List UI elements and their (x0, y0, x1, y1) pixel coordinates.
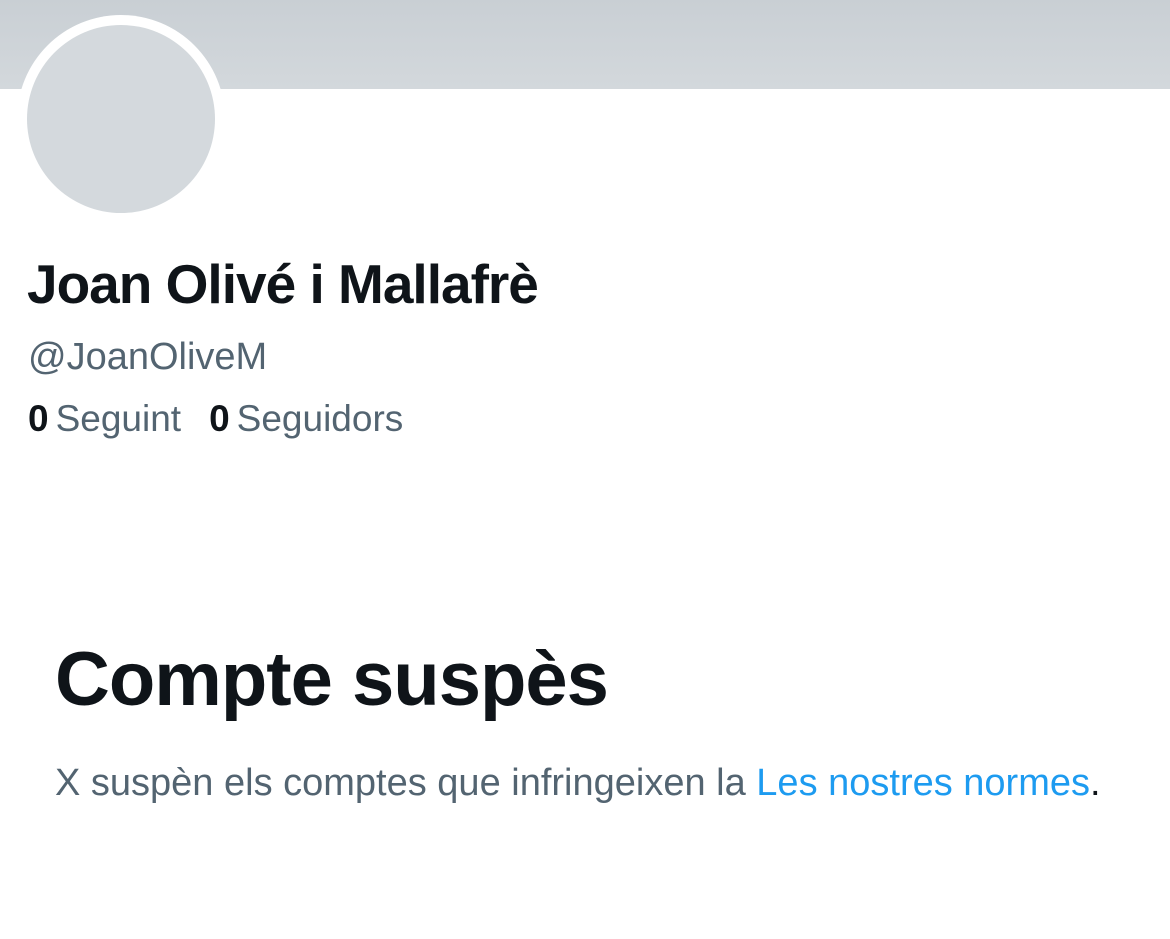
suspended-message-text: X suspèn els comptes que infringeixen la (55, 762, 757, 804)
avatar[interactable] (17, 15, 225, 223)
following-stat[interactable]: 0 Seguint (28, 398, 181, 440)
display-name: Joan Olivé i Mallafrè (27, 253, 539, 315)
followers-stat[interactable]: 0 Seguidors (209, 398, 403, 440)
profile-page: Joan Olivé i Mallafrè @JoanOliveM 0 Segui… (0, 0, 1170, 939)
user-handle: @JoanOliveM (28, 336, 268, 378)
followers-count: 0 (209, 398, 230, 439)
suspended-message-period: . (1090, 762, 1101, 804)
following-count: 0 (28, 398, 49, 439)
default-avatar-placeholder (27, 25, 215, 213)
followers-label: Seguidors (236, 398, 404, 439)
suspended-message: X suspèn els comptes que infringeixen la… (55, 756, 1115, 810)
rules-link[interactable]: Les nostres normes (756, 762, 1090, 804)
suspended-title: Compte suspès (55, 637, 609, 722)
following-label: Seguint (55, 398, 182, 439)
follow-stats: 0 Seguint 0 Seguidors (28, 398, 403, 440)
